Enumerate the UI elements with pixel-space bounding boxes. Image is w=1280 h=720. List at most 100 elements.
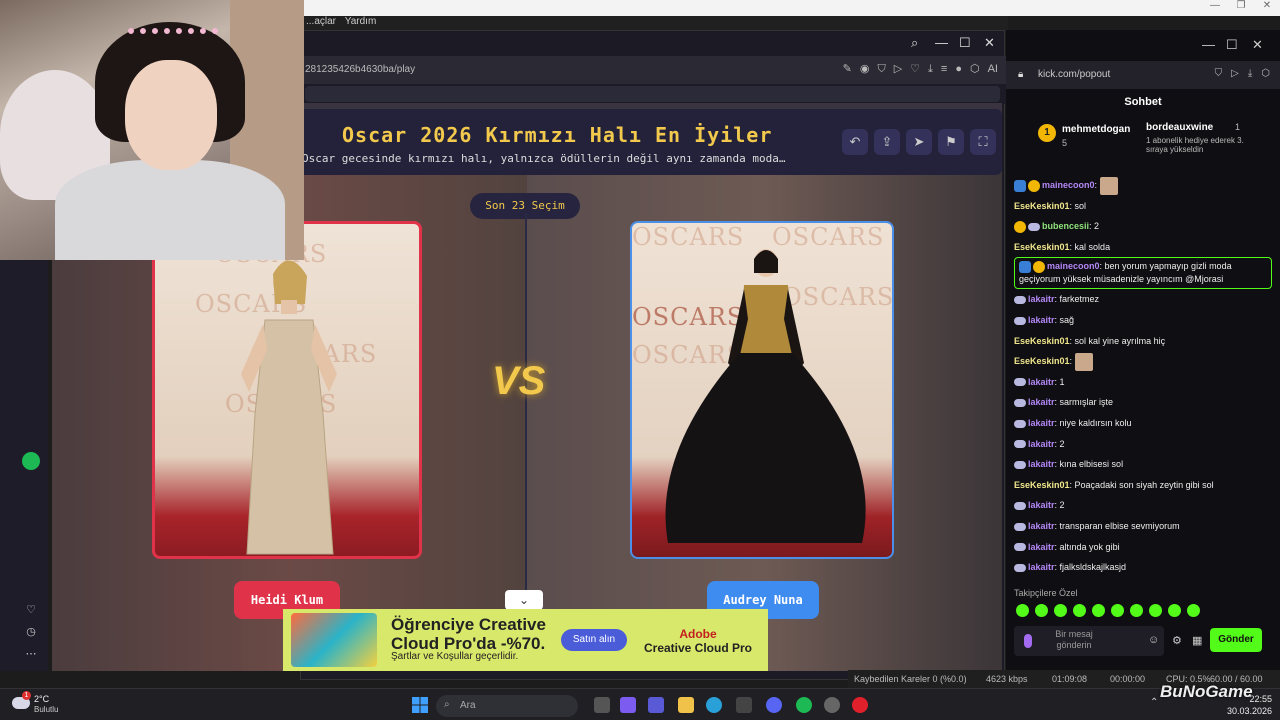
tab[interactable] (305, 86, 1000, 102)
chat-message: EseKeskin01: Poaçadaki son siyah zeytin … (1014, 475, 1272, 496)
minimize-icon[interactable]: — (1202, 0, 1228, 11)
emote-icon[interactable] (1016, 604, 1029, 617)
menu-item[interactable]: ...açlar (306, 16, 336, 27)
emote-icon[interactable] (1187, 604, 1200, 617)
chat-username[interactable]: EseKeskin01 (1014, 201, 1070, 211)
emoji-icon[interactable]: ☺ (1148, 634, 1159, 646)
gifter-count: 1 (1235, 122, 1241, 132)
discord-icon[interactable] (766, 697, 782, 713)
windows-start-icon[interactable] (412, 697, 428, 713)
close-icon[interactable]: ✕ (984, 35, 995, 51)
minimize-icon[interactable]: — (935, 35, 948, 50)
chat-username[interactable]: lakaitr (1028, 562, 1055, 572)
shield-icon[interactable]: ⛉ (1215, 68, 1223, 79)
edit-icon[interactable]: ✎ (843, 63, 852, 75)
microphone-icon[interactable] (1024, 634, 1032, 648)
close-icon[interactable]: ✕ (1254, 0, 1280, 11)
top-gifter-name[interactable]: mehmetdogan (1062, 124, 1130, 135)
chat-text: : 2 (1054, 500, 1065, 511)
chat-username[interactable]: mainecoon0 (1047, 261, 1100, 271)
file-explorer-icon[interactable] (678, 697, 694, 713)
download-icon[interactable]: ⤓ (928, 63, 933, 75)
undo-icon[interactable]: ↶ (842, 129, 868, 155)
address-bar[interactable]: 281235426b4630ba/play ✎ ◉ ⛉ ▷ ♡ ⤓ ≡ ● ⬡ AI (301, 56, 1006, 84)
history-icon[interactable]: ◷ (24, 625, 38, 638)
edge-icon[interactable] (706, 697, 722, 713)
chevron-down-icon[interactable]: ⌄ (505, 590, 543, 610)
chat-username[interactable]: mainecoon0 (1042, 180, 1095, 190)
extension-icon[interactable]: ⬡ (1261, 68, 1270, 79)
choice-card-left[interactable]: OSCARS OSCARS OSCARS OSCARS (152, 221, 422, 559)
chat-username[interactable]: lakaitr (1028, 418, 1055, 428)
emote-icon[interactable] (1168, 604, 1181, 617)
chat-username[interactable]: EseKeskin01 (1014, 242, 1070, 252)
spotify-icon[interactable] (22, 452, 40, 470)
maximize-icon[interactable]: ☐ (959, 35, 971, 51)
flag-icon[interactable]: ⚑ (938, 129, 964, 155)
obs-icon[interactable] (824, 697, 840, 713)
emote-icon[interactable] (1149, 604, 1162, 617)
opera-icon[interactable] (852, 697, 868, 713)
emote-icon[interactable] (1054, 604, 1067, 617)
ai-icon[interactable]: AI (988, 63, 998, 75)
ad-buy-button[interactable]: Satın alın (561, 629, 627, 651)
emote-icon[interactable] (1111, 604, 1124, 617)
chat-url[interactable]: kick.com/popout (1038, 69, 1110, 80)
play-icon[interactable]: ▷ (894, 63, 902, 75)
profile-icon[interactable]: ● (955, 63, 962, 75)
chat-username[interactable]: lakaitr (1028, 439, 1055, 449)
shield-icon[interactable]: ⛉ (877, 63, 885, 75)
weather-desc: Bulutlu (34, 705, 59, 714)
chat-input[interactable]: Bir mesaj gönderin ☺ (1014, 626, 1164, 656)
emote-icon[interactable] (1035, 604, 1048, 617)
send-button[interactable]: Gönder (1210, 628, 1262, 652)
gifter-name[interactable]: bordeauxwine (1146, 122, 1213, 133)
chat-username[interactable]: bubencesii (1042, 221, 1089, 231)
chat-username[interactable]: EseKeskin01 (1014, 336, 1070, 346)
camera-icon[interactable]: ◉ (860, 63, 870, 75)
ad-banner[interactable]: Öğrenciye Creative Cloud Pro'da -%70. Şa… (283, 609, 768, 671)
play-icon[interactable]: ▷ (1231, 68, 1239, 79)
chat-username[interactable]: lakaitr (1028, 521, 1055, 531)
chat-username[interactable]: lakaitr (1028, 397, 1055, 407)
search-icon[interactable]: ⌕ (911, 35, 918, 51)
taskbar-search[interactable]: ⌕ Ara (436, 695, 578, 717)
close-icon[interactable]: ✕ (1252, 37, 1263, 53)
chat-username[interactable]: lakaitr (1028, 542, 1055, 552)
chat-username[interactable]: EseKeskin01 (1014, 356, 1070, 366)
chat-username[interactable]: lakaitr (1028, 315, 1055, 325)
copilot-icon[interactable] (620, 697, 636, 713)
chat-username[interactable]: EseKeskin01 (1014, 480, 1070, 490)
chat-username[interactable]: lakaitr (1028, 294, 1055, 304)
heart-icon[interactable]: ♡ (910, 63, 920, 75)
settings-icon[interactable]: ⚙ (1172, 634, 1182, 647)
teams-icon[interactable] (648, 697, 664, 713)
task-view-icon[interactable] (594, 697, 610, 713)
tray-chevron-icon[interactable]: ⌃ (1150, 697, 1158, 708)
menu-icon[interactable]: ≡ (941, 63, 947, 75)
spotify-icon[interactable] (796, 697, 812, 713)
chat-username[interactable]: lakaitr (1028, 500, 1055, 510)
heart-icon[interactable]: ♡ (24, 603, 38, 616)
fullscreen-icon[interactable]: ⛶ (970, 129, 996, 155)
chat-username[interactable]: lakaitr (1028, 459, 1055, 469)
minimize-icon[interactable]: — (1202, 37, 1215, 52)
chat-address-bar[interactable]: 🔒︎ kick.com/popout ⛉ ▷ ⤓ ⬡ (1006, 61, 1280, 89)
restore-icon[interactable]: ❐ (1228, 0, 1254, 11)
choice-card-right[interactable]: OSCARS OSCARS OSCARS OSCARS OSCARS (630, 221, 894, 559)
chat-text: : (1094, 180, 1098, 190)
extension-icon[interactable]: ⬡ (970, 63, 980, 75)
emote-icon[interactable] (1092, 604, 1105, 617)
maximize-icon[interactable]: ☐ (1226, 37, 1238, 53)
download-icon[interactable]: ⤓ (1248, 68, 1252, 79)
share-icon[interactable]: ⇪ (874, 129, 900, 155)
chat-username[interactable]: lakaitr (1028, 377, 1055, 387)
send-icon[interactable]: ➤ (906, 129, 932, 155)
emote-icon[interactable] (1130, 604, 1143, 617)
store-icon[interactable]: ▦ (1192, 634, 1202, 647)
url-text[interactable]: 281235426b4630ba/play (305, 64, 415, 75)
more-icon[interactable]: ⋯ (24, 647, 38, 660)
emote-icon[interactable] (1073, 604, 1086, 617)
menu-item[interactable]: Yardım (345, 16, 377, 27)
store-icon[interactable] (736, 697, 752, 713)
